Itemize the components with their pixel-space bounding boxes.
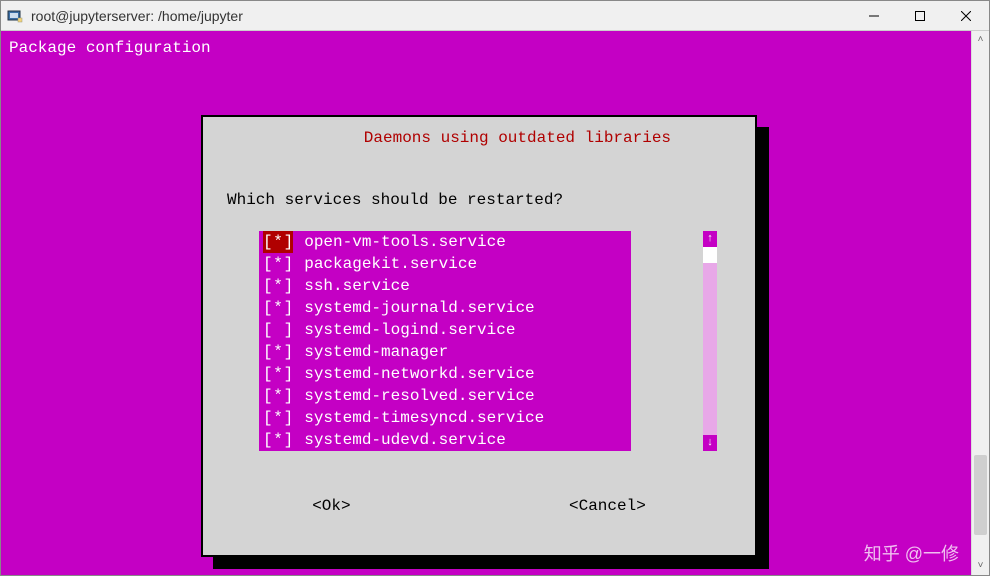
checkbox-mark[interactable]: * [273,253,284,275]
service-label: systemd-networkd.service [304,363,534,385]
service-item[interactable]: [*] systemd-manager [259,341,631,363]
cancel-button[interactable]: <Cancel> [569,495,646,517]
checkbox-mark[interactable]: * [273,297,284,319]
service-item[interactable]: [*] systemd-udevd.service [259,429,631,451]
checkbox-bracket: [ [263,231,273,253]
service-item[interactable]: [*] systemd-resolved.service [259,385,631,407]
checkbox-mark[interactable]: * [273,385,284,407]
checkbox-mark[interactable] [273,319,284,341]
service-item[interactable]: [*] systemd-journald.service [259,297,631,319]
service-label: systemd-timesyncd.service [304,407,544,429]
service-label: systemd-udevd.service [304,429,506,451]
watermark: 知乎 @一修 [864,543,959,565]
checkbox-bracket: [ [263,385,273,407]
checkbox-mark[interactable]: * [273,407,284,429]
checkbox-bracket: ] [284,253,294,275]
service-label: systemd-logind.service [304,319,515,341]
checkbox-bracket: [ [263,275,273,297]
window-scroll-down-icon[interactable]: ˅ [972,557,989,575]
window-title: root@jupyterserver: /home/jupyter [31,8,851,24]
minimize-button[interactable] [851,1,897,30]
window-scroll-up-icon[interactable]: ˄ [972,31,989,49]
checkbox-bracket: [ [263,341,273,363]
package-config-header: Package configuration [9,37,211,59]
scroll-down-arrow[interactable]: ↓ [703,435,717,451]
maximize-button[interactable] [897,1,943,30]
service-label: systemd-journald.service [304,297,534,319]
dialog-prompt: Which services should be restarted? [227,189,563,211]
close-button[interactable] [943,1,989,30]
checkbox-bracket: ] [284,407,294,429]
checkbox-bracket: [ [263,253,273,275]
window-scrollbar[interactable]: ˄ ˅ [971,31,989,575]
service-label: ssh.service [304,275,410,297]
checkbox-bracket: ] [284,297,294,319]
service-label: packagekit.service [304,253,477,275]
service-label: systemd-manager [304,341,448,363]
checkbox-bracket: [ [263,363,273,385]
checkbox-mark[interactable]: * [273,341,284,363]
terminal-area: Package configuration Daemons using outd… [1,31,989,575]
scroll-up-arrow[interactable]: ↑ [703,231,717,247]
checkbox-bracket: [ [263,407,273,429]
checkbox-bracket: [ [263,429,273,451]
window-controls [851,1,989,30]
dialog-title: Daemons using outdated libraries [354,129,681,147]
checkbox-bracket: ] [284,363,294,385]
dialog-box: Daemons using outdated libraries Which s… [201,115,757,557]
ok-button[interactable]: <Ok> [312,495,350,517]
service-item[interactable]: [*] systemd-timesyncd.service [259,407,631,429]
checkbox-bracket: [ [263,297,273,319]
checkbox-mark[interactable]: * [273,275,284,297]
list-scrollbar[interactable]: ↑ ↓ [703,231,717,451]
titlebar[interactable]: root@jupyterserver: /home/jupyter [1,1,989,31]
checkbox-bracket: ] [284,385,294,407]
checkbox-mark[interactable]: * [273,231,284,253]
service-item[interactable]: [*] ssh.service [259,275,631,297]
service-item[interactable]: [ ] systemd-logind.service [259,319,631,341]
service-label: open-vm-tools.service [304,231,506,253]
scroll-thumb[interactable] [703,247,717,263]
dialog-buttons: <Ok> <Cancel> [203,495,755,517]
checkbox-bracket: ] [284,341,294,363]
checkbox-bracket: ] [284,429,294,451]
dialog-title-wrap: Daemons using outdated libraries [203,105,755,171]
service-item[interactable]: [*] packagekit.service [259,253,631,275]
service-list[interactable]: [*]open-vm-tools.service[*]packagekit.se… [259,231,631,451]
checkbox-mark[interactable]: * [273,429,284,451]
checkbox-bracket: ] [284,319,294,341]
service-item[interactable]: [*] systemd-networkd.service [259,363,631,385]
service-label: systemd-resolved.service [304,385,534,407]
checkbox-bracket: ] [284,231,294,253]
checkbox-bracket: [ [263,319,273,341]
putty-icon [7,8,23,24]
app-window: root@jupyterserver: /home/jupyter Packag… [0,0,990,576]
window-scroll-thumb[interactable] [974,455,987,535]
service-item[interactable]: [*] open-vm-tools.service [259,231,631,253]
checkbox-mark[interactable]: * [273,363,284,385]
checkbox-bracket: ] [284,275,294,297]
